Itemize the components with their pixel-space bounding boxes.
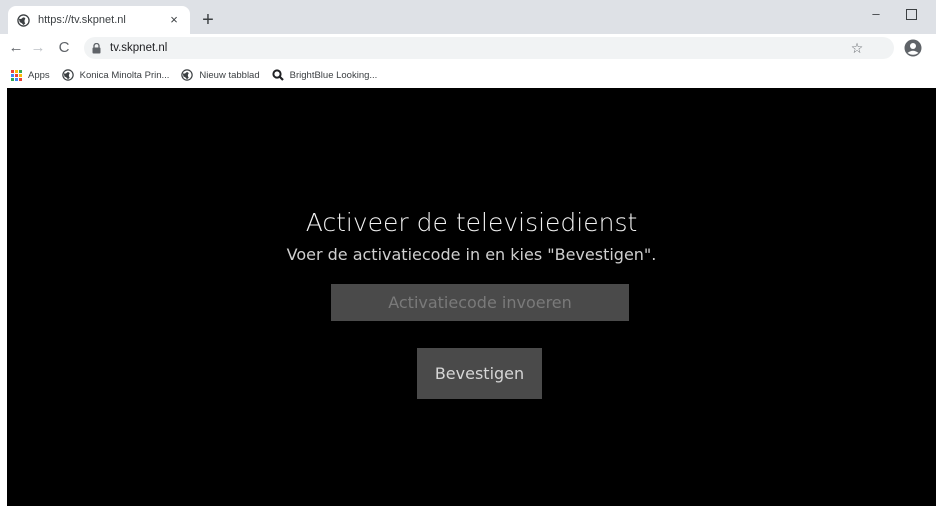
back-button[interactable]: ←: [6, 37, 26, 59]
maximize-icon: [905, 9, 917, 21]
page-content: Activeer de televisiedienst Voer de acti…: [7, 88, 936, 506]
globe-icon: [61, 69, 74, 81]
page-title: Activeer de televisiedienst: [305, 208, 638, 237]
profile-avatar-icon[interactable]: [904, 39, 922, 57]
new-tab-button[interactable]: +: [196, 8, 220, 32]
bookmark-label: BrightBlue Looking...: [289, 69, 378, 81]
search-icon: [272, 69, 284, 81]
tab-close-icon[interactable]: ×: [166, 12, 182, 28]
address-bar[interactable]: tv.skpnet.nl: [84, 37, 894, 59]
lock-icon[interactable]: [92, 42, 102, 54]
confirm-button[interactable]: Bevestigen: [417, 348, 542, 399]
bookmark-konica-minolta[interactable]: Konica Minolta Prin...: [61, 69, 170, 81]
page-subtitle: Voer de activatiecode in en kies "Bevest…: [286, 245, 657, 264]
forward-button[interactable]: →: [28, 37, 48, 59]
browser-tab[interactable]: https://tv.skpnet.nl ×: [8, 6, 190, 34]
maximize-button[interactable]: [897, 4, 925, 24]
bookmarks-bar: Apps Konica Minolta Prin... Nieuw tabbla…: [0, 62, 936, 88]
bookmark-label: Apps: [28, 69, 50, 81]
bookmark-apps[interactable]: Apps: [10, 69, 50, 81]
bookmark-nieuw-tabblad[interactable]: Nieuw tabblad: [181, 69, 260, 81]
tab-title: https://tv.skpnet.nl: [38, 14, 126, 26]
bookmark-label: Nieuw tabblad: [199, 69, 260, 81]
apps-grid-icon: [10, 69, 22, 81]
globe-icon: [16, 13, 30, 27]
bookmark-label: Konica Minolta Prin...: [79, 69, 170, 81]
tab-strip: https://tv.skpnet.nl × + –: [0, 0, 936, 34]
bookmark-brightblue[interactable]: BrightBlue Looking...: [272, 69, 378, 81]
bookmark-star-icon[interactable]: ☆: [848, 37, 866, 59]
minimize-button[interactable]: –: [862, 4, 890, 24]
globe-icon: [181, 69, 194, 81]
reload-button[interactable]: C: [54, 37, 74, 59]
browser-toolbar: ← → C tv.skpnet.nl: [0, 34, 936, 62]
address-url: tv.skpnet.nl: [110, 42, 168, 54]
activation-code-input[interactable]: [331, 284, 629, 321]
